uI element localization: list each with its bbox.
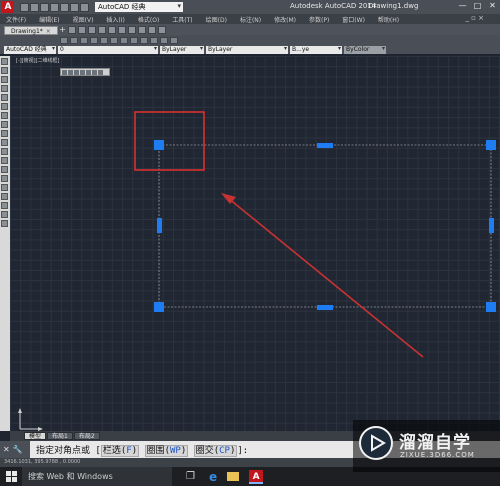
customize-icon[interactable]: 🔧 [13, 445, 23, 454]
midpoint-grip[interactable] [317, 305, 333, 310]
close-command-icon[interactable]: ✕ [3, 445, 10, 454]
midpoint-grip[interactable] [157, 218, 162, 233]
option-label: 栏选 [102, 446, 121, 456]
corner-grip[interactable] [154, 140, 164, 150]
coordinate-readout[interactable]: 3416.1031, 395.9788 , 0.0000 [4, 459, 80, 465]
corner-grip[interactable] [486, 140, 496, 150]
watermark: 溜溜自学 ZIXUE.3D66.COM [353, 420, 500, 472]
corner-grip[interactable] [154, 302, 164, 312]
command-line-tools: ✕ 🔧 [0, 441, 30, 458]
option-fence[interactable]: 栏选(F) [100, 445, 140, 457]
command-suffix: ]: [237, 446, 249, 456]
command-prompt: 指定对角点或 [栏选(F) 圈围(WP) 圈交(CP)]: [36, 443, 249, 457]
command-prompt-text: 指定对角点或 [ [36, 446, 101, 456]
file-explorer-icon[interactable] [227, 472, 240, 481]
option-key: CP [219, 446, 230, 456]
option-key: WP [169, 446, 181, 456]
tab-model[interactable]: 模型 [24, 432, 47, 440]
watermark-play-logo-icon [359, 426, 393, 460]
highlight-box [134, 111, 205, 171]
watermark-title: 溜溜自学 [399, 433, 471, 453]
option-label: 圈交 [195, 446, 214, 456]
option-cpolygon[interactable]: 圈交(CP) [193, 445, 238, 457]
taskbar-search-input[interactable]: 搜索 Web 和 Windows [22, 467, 172, 486]
edge-browser-icon[interactable]: e [209, 470, 217, 484]
option-label: 圈围 [146, 446, 165, 456]
task-view-icon[interactable]: ❐ [186, 471, 195, 482]
windows-logo-icon [5, 471, 17, 482]
selected-rectangle[interactable] [158, 144, 492, 308]
watermark-url: ZIXUE.3D66.COM [400, 451, 475, 459]
corner-grip[interactable] [486, 302, 496, 312]
autocad-taskbar-icon[interactable]: A [249, 469, 264, 484]
annotation-arrow-line [227, 197, 424, 358]
tab-layout1[interactable]: 布局1 [47, 432, 73, 440]
ucs-icon [18, 408, 43, 431]
tab-layout2[interactable]: 布局2 [73, 432, 100, 440]
midpoint-grip[interactable] [489, 218, 494, 233]
option-key: F [126, 446, 132, 456]
windows-start-icon[interactable] [0, 467, 22, 486]
midpoint-grip[interactable] [317, 143, 333, 148]
drawing-overlay [134, 111, 496, 358]
option-wpolygon[interactable]: 圈围(WP) [144, 445, 189, 457]
